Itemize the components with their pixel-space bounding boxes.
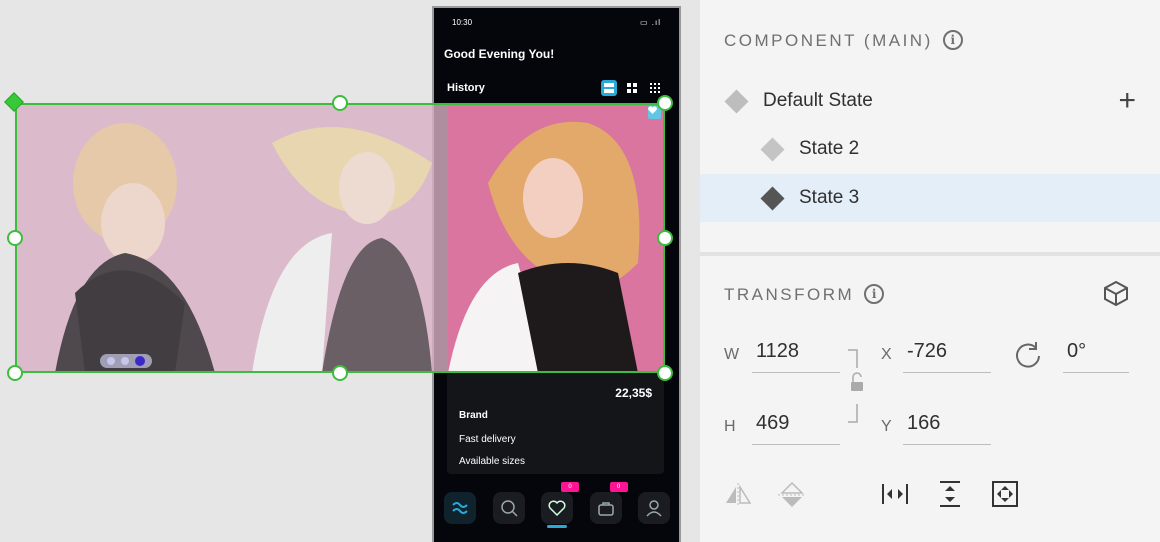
resize-handle-left[interactable] [7, 230, 23, 246]
status-time: 10:30 [452, 18, 473, 27]
transform-section-header: TRANSFORM i [724, 284, 885, 305]
lock-aspect-icon[interactable] [840, 348, 868, 424]
state-diamond-icon [760, 185, 785, 211]
history-heading: History [447, 82, 485, 94]
3d-transform-icon[interactable] [1102, 279, 1130, 307]
fit-both-icon[interactable] [991, 480, 1019, 508]
model-photo-3 [448, 103, 665, 373]
x-label: X [881, 346, 893, 363]
resize-handle-bottom-right[interactable] [657, 365, 673, 381]
state-label: State 3 [799, 187, 860, 208]
height-input[interactable]: 469 [752, 412, 840, 445]
delivery-info: Fast delivery [459, 434, 516, 445]
greeting-text: Good Evening You! [444, 47, 555, 61]
width-label: W [724, 346, 741, 363]
state-row-2[interactable]: State 2 [700, 125, 1160, 173]
battery-signal-icon: ▭ .ıl [639, 18, 661, 27]
view-toggle-group [601, 80, 663, 96]
pager-dot-active[interactable] [135, 356, 145, 366]
rotate-icon[interactable] [1014, 340, 1042, 368]
rotation-input[interactable]: 0° [1063, 340, 1129, 373]
flip-horizontal-icon[interactable] [724, 481, 752, 509]
nav-home-button[interactable] [444, 492, 476, 524]
width-input[interactable]: 1128 [752, 340, 840, 373]
height-label: H [724, 418, 737, 435]
nav-likes-button[interactable]: 0 [541, 482, 579, 528]
resize-handle-top[interactable] [332, 95, 348, 111]
cart-badge: 0 [609, 482, 628, 492]
resize-handle-top-right[interactable] [657, 95, 673, 111]
y-label: Y [881, 418, 893, 435]
likes-badge: 0 [561, 482, 579, 492]
section-divider [700, 252, 1160, 256]
bottom-nav: 0 0 [444, 482, 670, 532]
y-input[interactable]: 166 [903, 412, 991, 445]
grid-view-icon[interactable] [624, 80, 640, 96]
logo-icon [452, 502, 468, 514]
resize-handle-right[interactable] [657, 230, 673, 246]
pager-dot[interactable] [107, 357, 115, 365]
transform-title: TRANSFORM [724, 285, 855, 304]
info-icon[interactable]: i [864, 284, 885, 304]
nav-profile-button[interactable] [638, 492, 670, 524]
flip-vertical-icon[interactable] [778, 481, 806, 509]
info-icon[interactable]: i [942, 30, 963, 50]
sizes-info: Available sizes [459, 456, 525, 467]
state-row-3[interactable]: State 3 [700, 174, 1160, 222]
fit-height-icon[interactable] [936, 480, 964, 508]
state-row-default[interactable]: Default State [700, 77, 1160, 125]
active-indicator [547, 525, 567, 528]
carousel-pager[interactable] [100, 354, 152, 368]
bag-icon [597, 502, 614, 516]
design-canvas[interactable]: 10:30 ▭ .ıl Good Evening You! History 22… [0, 0, 700, 542]
state-diamond-icon [760, 136, 785, 162]
resize-handle-bottom-left[interactable] [7, 365, 23, 381]
search-icon [500, 500, 518, 517]
model-photo-2 [232, 103, 448, 373]
state-label: Default State [763, 90, 873, 111]
user-icon [646, 500, 662, 517]
model-photo-1 [15, 103, 232, 373]
state-diamond-icon [724, 88, 749, 114]
compact-grid-icon[interactable] [647, 80, 663, 96]
nav-cart-button[interactable]: 0 [589, 482, 628, 524]
product-price: 22,35$ [615, 386, 652, 400]
fit-width-icon[interactable] [881, 480, 909, 508]
property-inspector: COMPONENT (MAIN) i + Default State State … [700, 0, 1160, 542]
pager-dot[interactable] [121, 357, 129, 365]
resize-handle-bottom[interactable] [332, 365, 348, 381]
nav-search-button[interactable] [492, 492, 525, 524]
component-section-header: COMPONENT (MAIN) i [724, 30, 963, 51]
component-title: COMPONENT (MAIN) [724, 31, 933, 50]
x-input[interactable]: -726 [903, 340, 991, 373]
image-carousel[interactable] [15, 103, 665, 373]
state-label: State 2 [799, 138, 860, 159]
heart-icon [548, 500, 566, 516]
list-view-icon[interactable] [601, 80, 617, 96]
product-brand: Brand [459, 410, 488, 421]
product-card[interactable]: 22,35$ Brand Fast delivery Available siz… [447, 372, 664, 474]
